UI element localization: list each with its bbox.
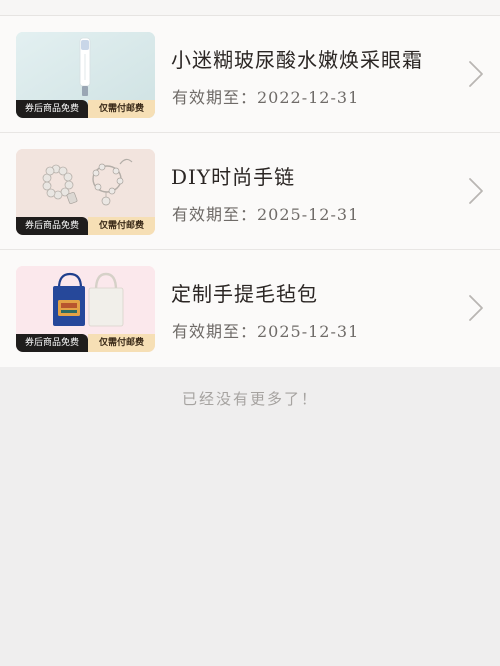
- product-list: 券后商品免费 仅需付邮费 小迷糊玻尿酸水嫩焕采眼霜 有效期至：2022-12-3…: [0, 16, 500, 367]
- product-title: 定制手提毛毡包: [171, 282, 318, 306]
- product-thumbnail: 券后商品免费 仅需付邮费: [16, 266, 155, 352]
- product-thumbnail: 券后商品免费 仅需付邮费: [16, 149, 155, 235]
- product-thumbnail: 券后商品免费 仅需付邮费: [16, 32, 155, 118]
- chevron-right-icon[interactable]: [468, 177, 484, 205]
- list-item[interactable]: 券后商品免费 仅需付邮费 定制手提毛毡包 有效期至：2025-12-31: [0, 250, 500, 367]
- product-title: 小迷糊玻尿酸水嫩焕采眼霜: [171, 48, 423, 72]
- product-title: DIY时尚手链: [171, 165, 296, 189]
- ribbon-free-label: 券后商品免费: [16, 100, 88, 118]
- chevron-right-icon[interactable]: [468, 60, 484, 88]
- list-item[interactable]: 券后商品免费 仅需付邮费 DIY时尚手链 有效期至：2025-12-31: [0, 133, 500, 250]
- ribbon-shipping-label: 仅需付邮费: [88, 334, 155, 352]
- expiry-date: 有效期至：2025-12-31: [172, 322, 360, 341]
- ribbon-free-label: 券后商品免费: [16, 217, 88, 235]
- end-of-list-message: 已经没有更多了！: [181, 390, 318, 408]
- expiry-date: 有效期至：2025-12-31: [172, 205, 360, 224]
- free-shipping-ribbon: 券后商品免费 仅需付邮费: [16, 217, 155, 235]
- ribbon-free-label: 券后商品免费: [16, 334, 88, 352]
- expiry-date: 有效期至：2022-12-31: [172, 88, 360, 107]
- free-shipping-ribbon: 券后商品免费 仅需付邮费: [16, 334, 155, 352]
- list-item[interactable]: 券后商品免费 仅需付邮费 小迷糊玻尿酸水嫩焕采眼霜 有效期至：2022-12-3…: [0, 16, 500, 133]
- chevron-right-icon[interactable]: [468, 294, 484, 322]
- free-shipping-ribbon: 券后商品免费 仅需付邮费: [16, 100, 155, 118]
- top-strip: [0, 0, 500, 16]
- ribbon-shipping-label: 仅需付邮费: [88, 100, 155, 118]
- coupon-list-page: 券后商品免费 仅需付邮费 小迷糊玻尿酸水嫩焕采眼霜 有效期至：2022-12-3…: [0, 0, 500, 666]
- ribbon-shipping-label: 仅需付邮费: [88, 217, 155, 235]
